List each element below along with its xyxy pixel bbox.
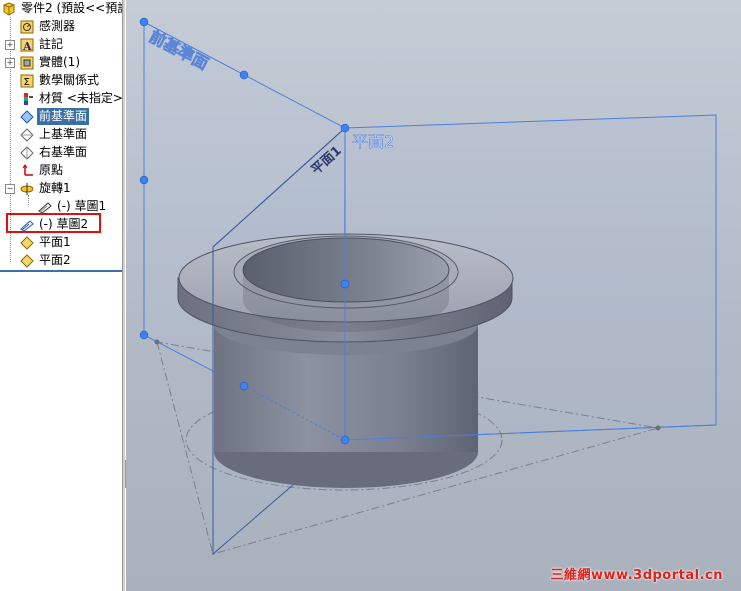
tree-item-plane2[interactable]: 平面2 — [20, 252, 73, 269]
model-canvas: 前基準面 平面1 平面2 — [139, 17, 717, 556]
collapse-toggle[interactable]: − — [5, 184, 15, 194]
tree-item-label: 上基準面 — [39, 127, 88, 141]
origin-icon — [20, 163, 34, 178]
watermark-text: 三維網www.3dportal.cn — [550, 568, 723, 583]
tree-item-label: 數學關係式 — [39, 73, 100, 87]
tree-item-label: 註記 — [39, 37, 64, 51]
sketch-icon — [38, 200, 52, 214]
sensor-icon — [20, 20, 34, 34]
annotation-icon: A — [20, 38, 34, 53]
tree-item-right-plane[interactable]: 右基準面 — [20, 144, 89, 161]
expand-toggle[interactable]: + — [5, 58, 15, 68]
tree-item-material[interactable]: 材質 <未指定> — [20, 90, 122, 107]
plane-feature-icon — [20, 235, 34, 250]
tree-item-sensors[interactable]: 感測器 — [20, 18, 77, 35]
tree-item-plane1[interactable]: 平面1 — [20, 234, 73, 251]
plane-icon — [20, 145, 34, 160]
tree-empty-area — [0, 272, 122, 591]
tree-root-part[interactable]: 零件2 (預設<<預設 — [2, 0, 122, 17]
expand-toggle[interactable]: + — [5, 40, 15, 50]
plane-feature-icon — [20, 253, 34, 268]
part-icon — [2, 1, 16, 16]
tree-item-label: 原點 — [39, 163, 64, 177]
material-icon — [20, 92, 34, 106]
tree-item-solid-bodies[interactable]: 實體(1) — [20, 54, 82, 71]
tree-item-label: 平面2 — [39, 253, 71, 267]
tree-item-label: 旋轉1 — [39, 181, 71, 195]
tree-item-label: 右基準面 — [39, 145, 88, 159]
plane-icon — [20, 109, 34, 124]
svg-text:Σ: Σ — [24, 77, 30, 88]
tree-item-origin[interactable]: 原點 — [20, 162, 65, 179]
tree-item-equations[interactable]: Σ 數學關係式 — [20, 72, 101, 89]
tree-item-front-plane[interactable]: 前基準面 — [20, 108, 90, 125]
feature-manager-tree: 零件2 (預設<<預設 感測器 + A 註記 + 實體(1) Σ 數學關係式 材… — [0, 0, 122, 591]
revolve-icon — [20, 182, 34, 196]
tree-item-label: 材質 <未指定> — [39, 91, 122, 105]
tree-item-label: 感測器 — [39, 19, 76, 33]
highlight-box — [6, 213, 101, 233]
tree-item-label: 前基準面 — [37, 108, 90, 125]
svg-text:A: A — [22, 40, 32, 52]
tree-item-annotations[interactable]: A 註記 — [20, 36, 65, 53]
plane-icon — [20, 127, 34, 142]
equations-icon: Σ — [20, 74, 34, 88]
tree-item-top-plane[interactable]: 上基準面 — [20, 126, 89, 143]
tree-root-label: 零件2 (預設<<預設 — [21, 1, 122, 15]
plane2-label: 平面2 — [352, 132, 394, 151]
tree-item-label: 平面1 — [39, 235, 71, 249]
tree-item-label: 實體(1) — [39, 55, 80, 69]
solid-bodies-icon — [20, 56, 34, 70]
graphics-viewport[interactable]: 前基準面 平面1 平面2 三維網www.3dportal.cn — [126, 0, 741, 591]
tree-item-revolve1[interactable]: 旋轉1 — [20, 180, 73, 197]
